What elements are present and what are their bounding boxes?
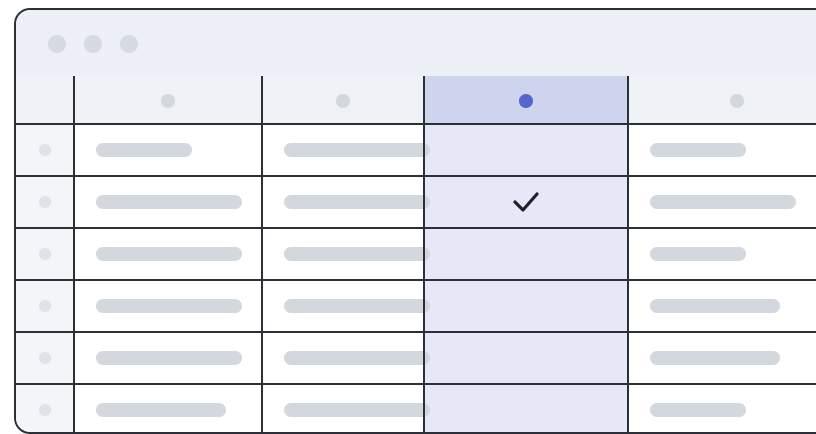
corner-header-cell bbox=[16, 76, 74, 124]
row-header-dot-6 bbox=[39, 404, 51, 416]
grid-horizontal-line-6 bbox=[16, 383, 816, 385]
cell-placeholder-r6-c2[interactable] bbox=[284, 403, 430, 417]
cell-placeholder-r6-c1[interactable] bbox=[96, 403, 226, 417]
grid-horizontal-line-3 bbox=[16, 227, 816, 229]
grid-vertical-line-1 bbox=[73, 76, 75, 432]
row-header-dot-2 bbox=[39, 196, 51, 208]
column-header-dot-1 bbox=[161, 94, 175, 108]
column-header-4[interactable] bbox=[628, 76, 816, 124]
row-header-dot-1 bbox=[39, 144, 51, 156]
row-header-dot-3 bbox=[39, 248, 51, 260]
row-header-dot-5 bbox=[39, 352, 51, 364]
grid-horizontal-line-1 bbox=[16, 123, 816, 125]
window-control-dot-3[interactable] bbox=[120, 35, 138, 53]
cell-placeholder-r4-c2[interactable] bbox=[284, 299, 430, 313]
cell-placeholder-r4-c4[interactable] bbox=[650, 299, 780, 313]
cell-placeholder-r2-c1[interactable] bbox=[96, 195, 242, 209]
row-header-dot-4 bbox=[39, 300, 51, 312]
cell-placeholder-r2-c4[interactable] bbox=[650, 195, 796, 209]
grid-vertical-line-4 bbox=[627, 76, 629, 432]
column-header-dot-4 bbox=[730, 94, 744, 108]
cell-placeholder-r3-c1[interactable] bbox=[96, 247, 242, 261]
cell-placeholder-r3-c4[interactable] bbox=[650, 247, 746, 261]
app-window bbox=[14, 8, 816, 434]
grid-vertical-line-2 bbox=[261, 76, 263, 432]
cell-placeholder-r1-c4[interactable] bbox=[650, 143, 746, 157]
cell-placeholder-r4-c1[interactable] bbox=[96, 299, 242, 313]
cell-placeholder-r5-c4[interactable] bbox=[650, 351, 780, 365]
window-control-dot-1[interactable] bbox=[48, 35, 66, 53]
grid-horizontal-line-2 bbox=[16, 175, 816, 177]
cell-placeholder-r1-c1[interactable] bbox=[96, 143, 192, 157]
grid-vertical-line-3 bbox=[423, 76, 425, 432]
column-header-dot-3 bbox=[519, 94, 533, 108]
checkmark-icon[interactable] bbox=[506, 182, 546, 222]
selected-column-highlight bbox=[424, 76, 628, 432]
cell-placeholder-r2-c2[interactable] bbox=[284, 195, 430, 209]
cell-placeholder-r5-c2[interactable] bbox=[284, 351, 430, 365]
title-bar bbox=[16, 10, 816, 78]
grid-horizontal-line-4 bbox=[16, 279, 816, 281]
window-control-dot-2[interactable] bbox=[84, 35, 102, 53]
column-header-dot-2 bbox=[336, 94, 350, 108]
cell-placeholder-r6-c4[interactable] bbox=[650, 403, 746, 417]
cell-placeholder-r1-c2[interactable] bbox=[284, 143, 430, 157]
cell-placeholder-r3-c2[interactable] bbox=[284, 247, 430, 261]
grid-horizontal-line-5 bbox=[16, 331, 816, 333]
cell-placeholder-r5-c1[interactable] bbox=[96, 351, 242, 365]
